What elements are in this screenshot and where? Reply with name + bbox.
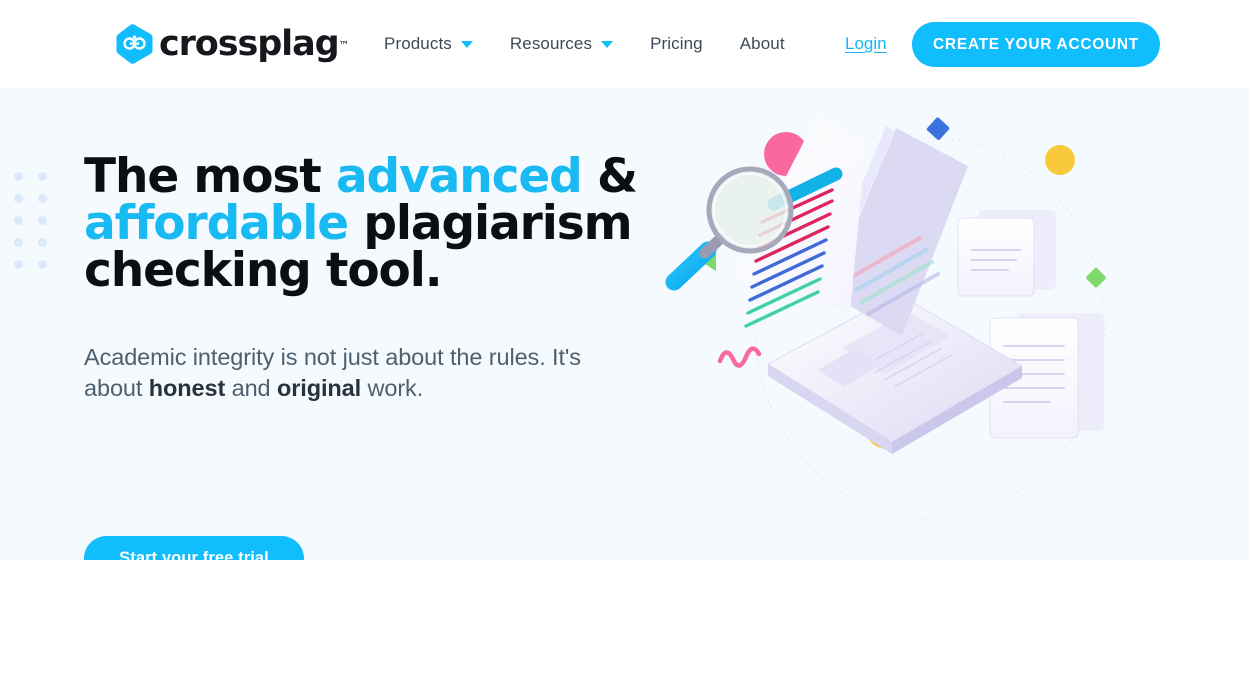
plagiarism-laptop-illustration [650, 98, 1210, 548]
nav-label-resources: Resources [509, 34, 593, 53]
brand-name-text: crossplag [159, 24, 340, 64]
decor-dot [14, 172, 23, 181]
decor-dot [14, 194, 23, 203]
nav-label-pricing: Pricing [650, 34, 703, 53]
headline-part-4: checking tool. [84, 243, 443, 298]
start-free-trial-button[interactable]: Start your free trial [84, 536, 304, 560]
hero-subheading: Academic integrity is not just about the… [84, 294, 644, 404]
brand-logo[interactable]: crossplag ™ [116, 22, 350, 66]
floating-documents [957, 210, 1104, 439]
decor-dot [14, 238, 23, 247]
below-fold-area [0, 560, 1249, 682]
green-diamond-shape [1086, 267, 1106, 288]
primary-navigation: Products Resources Pricing About [384, 30, 785, 58]
yellow-circle-top-shape [1045, 145, 1075, 175]
decor-dot [38, 238, 47, 247]
subhead-part-3: work. [361, 374, 424, 401]
subhead-strong-original: original [276, 374, 362, 401]
decor-dot [38, 172, 47, 181]
nav-item-pricing[interactable]: Pricing [650, 34, 703, 54]
subhead-part-2: and [225, 374, 277, 401]
nav-item-resources[interactable]: Resources [509, 34, 614, 54]
decor-dot [38, 260, 47, 269]
decor-dot [14, 216, 23, 225]
blue-diamond-shape [926, 117, 950, 140]
trademark-symbol: ™ [338, 39, 350, 52]
nav-label-products: Products [384, 34, 452, 53]
crossplag-hexagon-logo-icon [116, 24, 153, 64]
login-link[interactable]: Login [845, 34, 887, 54]
decor-dot [14, 260, 23, 269]
hero-headline: The most advanced & affordable plagiaris… [84, 153, 644, 294]
hero-copy: The most advanced & affordable plagiaris… [84, 153, 644, 560]
nav-label-about: About [739, 34, 785, 53]
dot-grid-decoration [14, 172, 62, 282]
decor-dot [38, 194, 47, 203]
brand-wordmark: crossplag ™ [159, 24, 350, 64]
nav-item-about[interactable]: About [740, 34, 785, 54]
landing-page: crossplag ™ Products Resources Pricing A… [0, 0, 1249, 682]
nav-item-products[interactable]: Products [384, 34, 473, 54]
site-header: crossplag ™ Products Resources Pricing A… [0, 0, 1249, 88]
chevron-down-icon [460, 40, 473, 48]
pink-squiggle-shape [717, 346, 762, 368]
decor-dot [38, 216, 47, 225]
create-account-button[interactable]: CREATE YOUR ACCOUNT [912, 22, 1160, 67]
hero-section: The most advanced & affordable plagiaris… [0, 88, 1249, 560]
subhead-strong-honest: honest [148, 374, 226, 401]
hero-illustration-svg [665, 117, 1106, 519]
chevron-down-icon [601, 40, 614, 48]
